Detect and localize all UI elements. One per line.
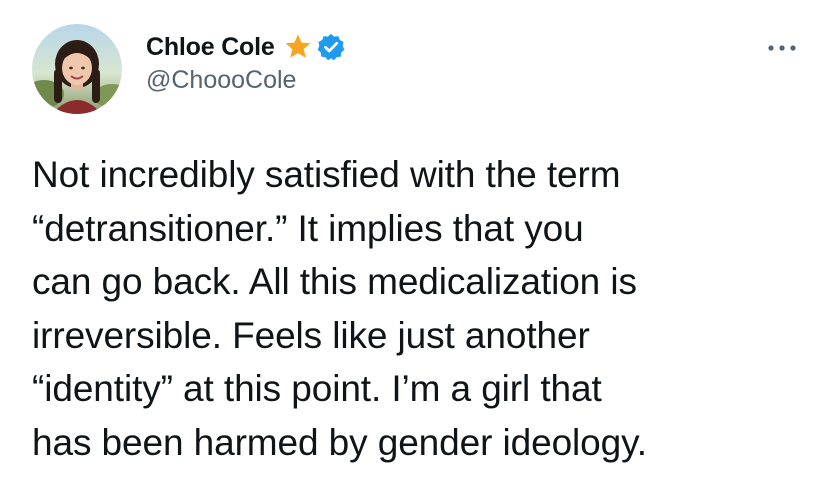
avatar[interactable] — [32, 24, 122, 114]
tweet-header: Chloe Cole @ChoooCole — [146, 30, 346, 95]
more-button[interactable] — [762, 36, 802, 60]
name-row: Chloe Cole — [146, 30, 346, 64]
avatar-photo — [32, 24, 122, 114]
display-name[interactable]: Chloe Cole — [146, 33, 275, 62]
tweet-text: Not incredibly satisfied with the term “… — [32, 154, 647, 463]
star-icon — [283, 32, 313, 62]
verified-icon — [316, 32, 346, 62]
user-handle[interactable]: @ChoooCole — [146, 66, 346, 95]
tweet-card: Chloe Cole @ChoooCole Not incredibly sat… — [0, 0, 828, 486]
more-horizontal-icon — [768, 45, 796, 51]
